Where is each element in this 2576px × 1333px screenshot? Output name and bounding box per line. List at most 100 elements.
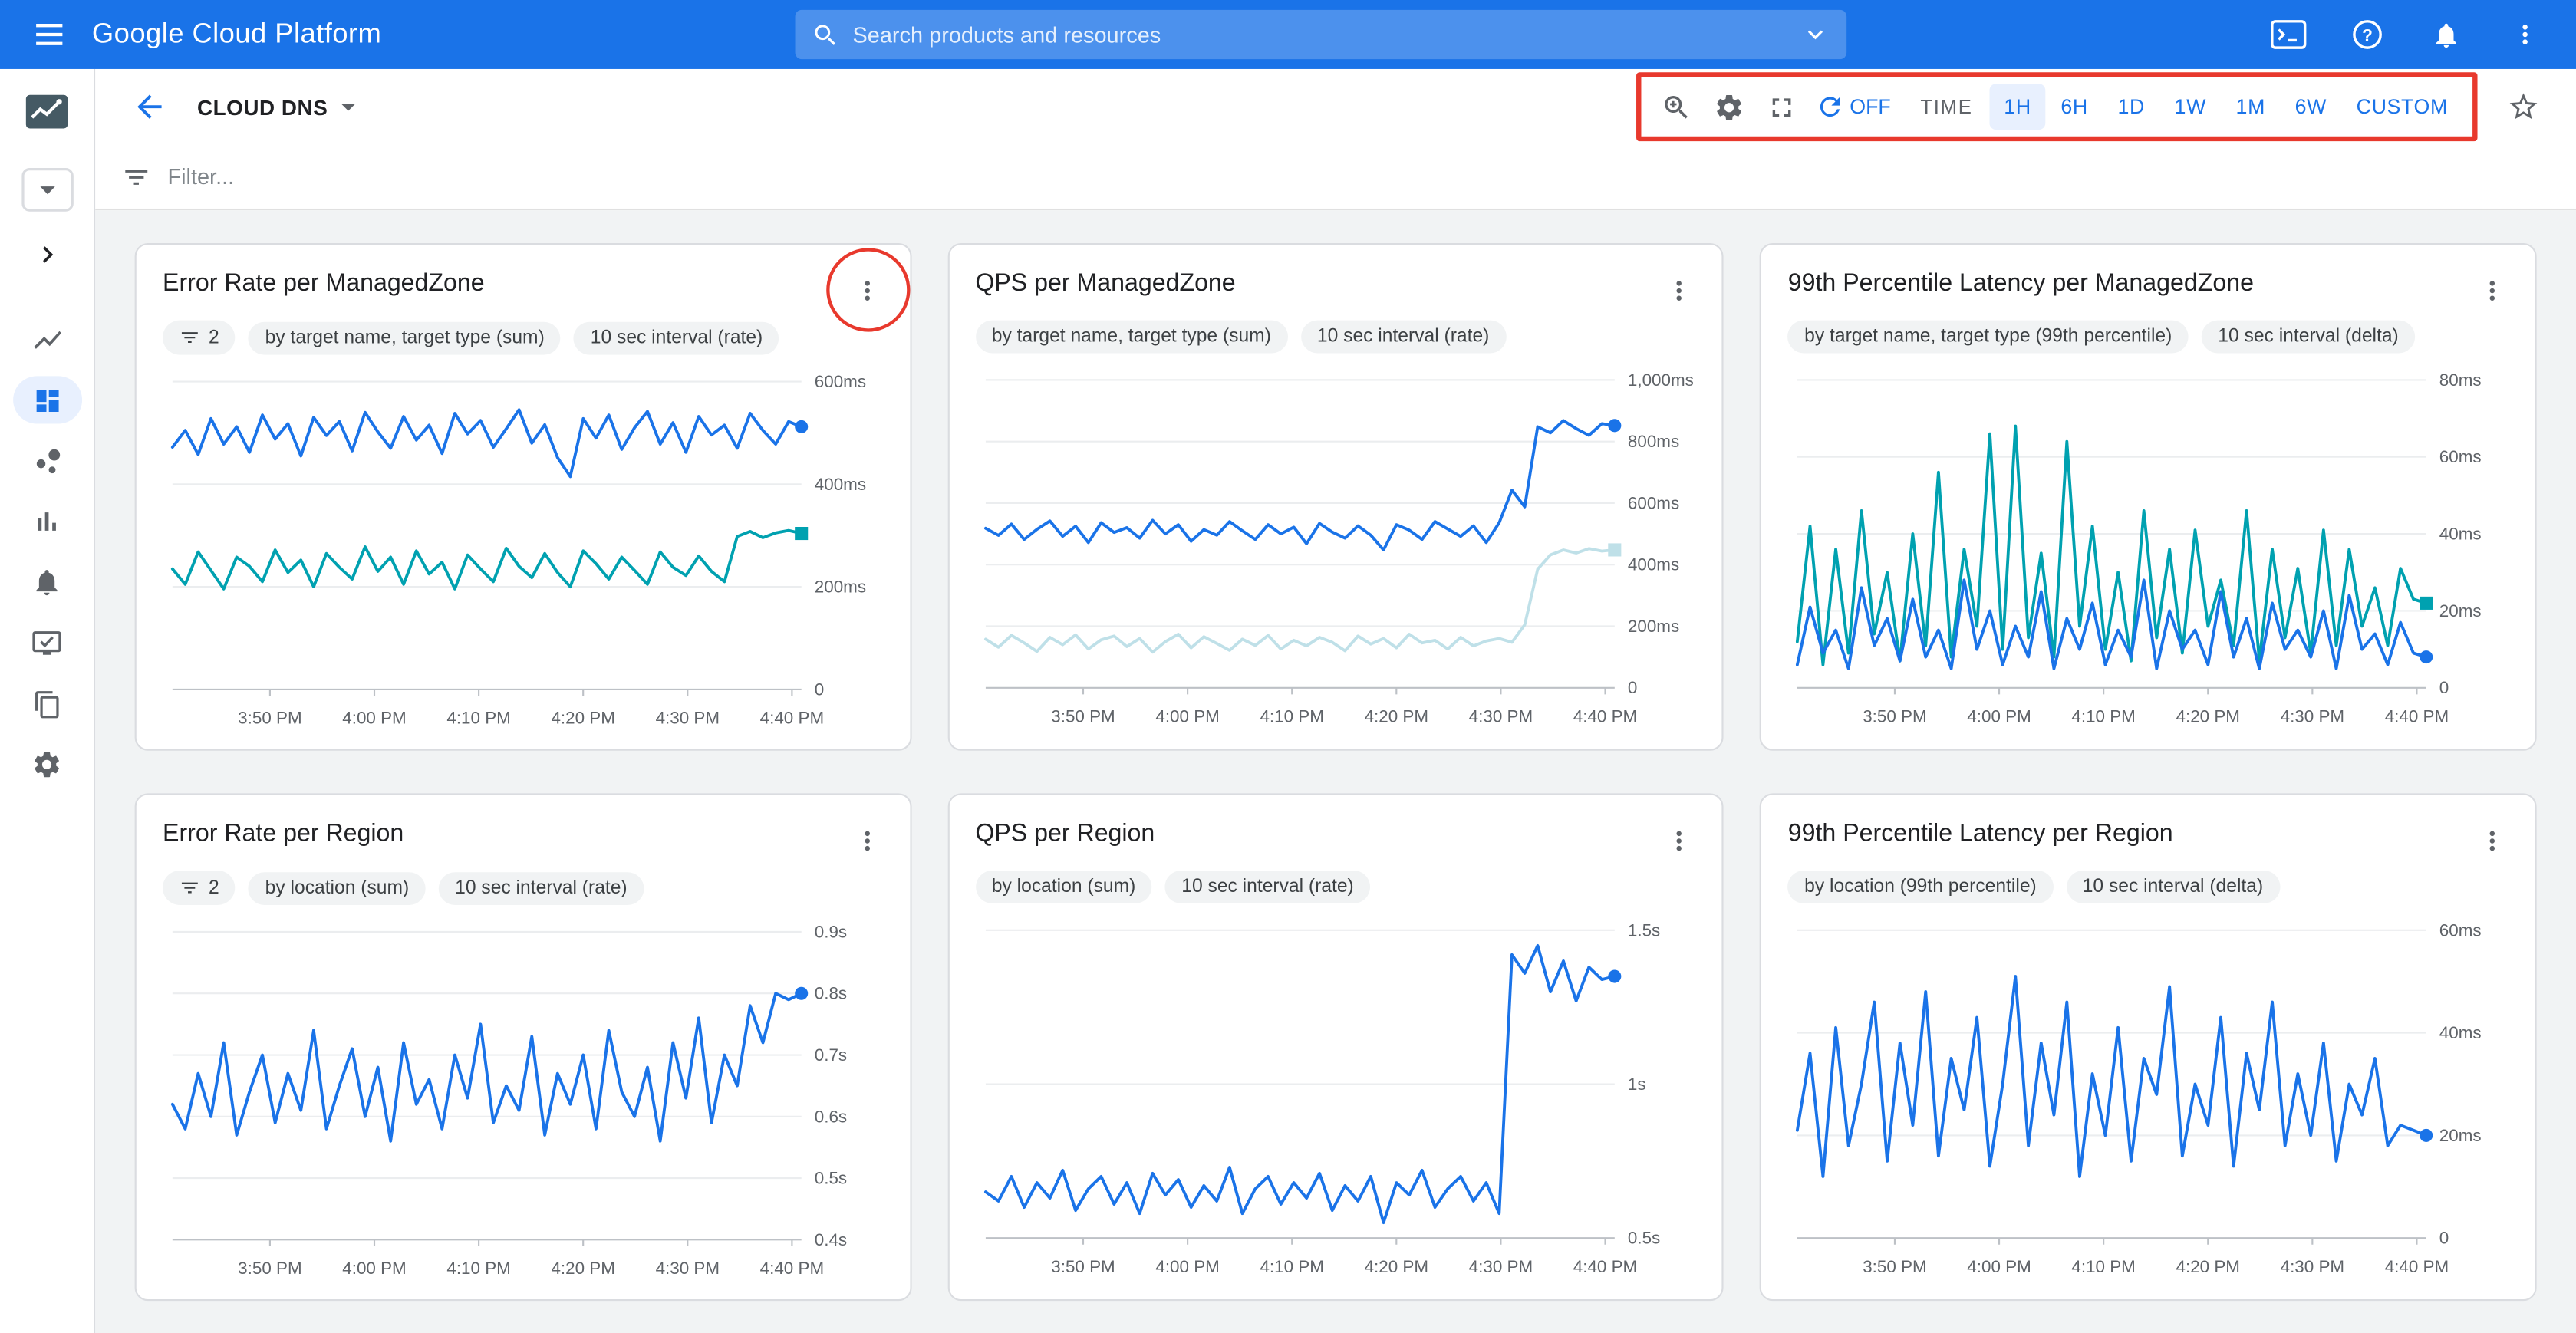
interval-chip[interactable]: 10 sec interval (delta) [2202,321,2415,354]
svg-text:4:00 PM: 4:00 PM [342,709,406,728]
sidebar-item-metrics[interactable] [0,309,94,370]
global-search-input[interactable] [852,22,1800,47]
time-range-1w[interactable]: 1W [2159,84,2221,130]
svg-text:4:30 PM: 4:30 PM [2281,1257,2344,1276]
expand-sidebar-chevron-icon[interactable] [0,230,94,279]
selected-pill [12,376,81,423]
groupby-chip[interactable]: by location (99th percentile) [1788,871,2053,903]
fullscreen-icon[interactable] [1756,81,1809,133]
svg-text:1,000ms: 1,000ms [1627,370,1693,390]
svg-text:40ms: 40ms [2440,525,2482,544]
chart-options-kebab-icon[interactable] [837,262,896,321]
auto-refresh-toggle[interactable]: OFF [1809,92,1898,122]
global-search-bar[interactable] [796,10,1847,59]
svg-text:0: 0 [815,680,824,699]
sidebar-item-services[interactable] [0,491,94,551]
scope-selector-dropdown[interactable] [0,164,94,213]
svg-text:4:30 PM: 4:30 PM [1468,1257,1532,1276]
chart-options-kebab-icon[interactable] [837,811,896,871]
chart-card-error-rate-managedzone: Error Rate per ManagedZone 2 by tar [135,243,911,751]
svg-text:4:30 PM: 4:30 PM [656,1259,720,1278]
svg-text:600ms: 600ms [815,372,866,391]
hamburger-menu-icon[interactable] [16,2,82,67]
svg-text:40ms: 40ms [2440,1023,2482,1042]
filter-chip[interactable]: 2 [163,871,236,905]
refresh-off-label: OFF [1850,95,1891,118]
chart-chips: by target name, target type (sum) 10 sec… [975,321,1695,354]
chart-title: QPS per ManagedZone [975,268,1235,301]
svg-text:4:40 PM: 4:40 PM [2385,707,2449,726]
toolbar-right: OFF TIME 1H 6H 1D 1W 1M 6W CUSTOM [1636,72,2553,141]
interval-chip[interactable]: 10 sec interval (rate) [574,321,779,354]
svg-text:0: 0 [2440,678,2449,697]
time-range-6h[interactable]: 6H [2046,84,2103,130]
groupby-chip[interactable]: by location (sum) [249,871,425,904]
time-range-custom[interactable]: CUSTOM [2341,84,2462,130]
svg-text:0: 0 [1627,678,1636,697]
annotation-highlight-box: OFF TIME 1H 6H 1D 1W 1M 6W CUSTOM [1636,72,2478,141]
interval-chip[interactable]: 10 sec interval (rate) [439,871,644,904]
svg-text:4:00 PM: 4:00 PM [1155,1257,1219,1276]
time-range-1h[interactable]: 1H [1989,84,2046,130]
monitoring-logo[interactable] [0,85,94,138]
groupby-chip[interactable]: by target name, target type (99th percen… [1788,321,2189,354]
svg-text:60ms: 60ms [2440,920,2482,940]
sidebar-item-settings-gear-icon[interactable] [0,734,94,795]
dashboard-name-dropdown[interactable]: CLOUD DNS [197,91,364,123]
svg-text:0.8s: 0.8s [815,984,847,1003]
chart-card-error-rate-region: Error Rate per Region 2 by location (sum… [135,793,911,1301]
dashboard-content: Error Rate per ManagedZone 2 by tar [95,210,2576,1333]
sidebar-item-uptime-checks[interactable] [0,613,94,673]
svg-text:4:20 PM: 4:20 PM [1364,1257,1428,1276]
chevron-down-icon[interactable] [1800,20,1830,50]
svg-text:4:10 PM: 4:10 PM [446,1259,510,1278]
sidebar-item-metrics-explorer[interactable] [0,430,94,491]
interval-chip[interactable]: 10 sec interval (delta) [2066,871,2279,903]
help-icon[interactable]: ? [2340,7,2396,63]
interval-chip[interactable]: 10 sec interval (rate) [1165,871,1370,903]
groupby-chip[interactable]: by location (sum) [975,871,1151,903]
sidebar-item-groups[interactable] [0,673,94,734]
chart-title: QPS per Region [975,818,1155,851]
dashboard-settings-gear-icon[interactable] [1704,81,1757,133]
svg-text:?: ? [2362,26,2373,45]
header-more-kebab-icon[interactable] [2497,7,2553,63]
chart-options-kebab-icon[interactable] [2462,262,2522,321]
sidebar-item-alerting-bell-icon[interactable] [0,552,94,613]
time-label: TIME [1920,95,1972,118]
chart-options-kebab-icon[interactable] [1650,262,1709,321]
svg-text:60ms: 60ms [2440,447,2482,466]
line-chart: 600ms400ms200ms03:50 PM4:00 PM4:10 PM4:2… [163,364,883,736]
refresh-icon [1815,92,1845,122]
favorite-star-icon[interactable] [2494,77,2553,137]
svg-text:0.7s: 0.7s [815,1045,847,1065]
line-chart: 0.9s0.8s0.7s0.6s0.5s0.4s3:50 PM4:00 PM4:… [163,915,883,1286]
filter-icon [121,162,151,192]
svg-text:0.5s: 0.5s [815,1169,847,1188]
filter-icon [179,327,200,348]
chart-options-kebab-icon[interactable] [1650,811,1709,871]
sidebar-item-dashboards[interactable] [0,370,94,430]
filter-chip[interactable]: 2 [163,321,236,355]
notifications-bell-icon[interactable] [2418,7,2474,63]
chart-card-latency-region: 99th Percentile Latency per Region by lo… [1760,793,2536,1301]
time-range-6w[interactable]: 6W [2280,84,2341,130]
chart-options-kebab-icon[interactable] [2462,811,2522,871]
filter-bar [95,144,2576,210]
cloud-shell-icon[interactable] [2261,7,2317,63]
caret-down-icon [331,91,364,123]
svg-text:400ms: 400ms [1627,555,1678,574]
svg-text:4:00 PM: 4:00 PM [1968,707,2031,726]
chart-chips: 2 by location (sum) 10 sec interval (rat… [163,871,883,905]
svg-text:0.5s: 0.5s [1627,1229,1659,1248]
interval-chip[interactable]: 10 sec interval (rate) [1300,321,1505,354]
header-actions: ? [2261,7,2560,63]
groupby-chip[interactable]: by target name, target type (sum) [249,321,561,354]
zoom-chart-icon[interactable] [1651,81,1704,133]
dashboard-toolbar: CLOUD DNS [95,69,2576,145]
groupby-chip[interactable]: by target name, target type (sum) [975,321,1287,354]
time-range-1m[interactable]: 1M [2221,84,2280,130]
back-arrow-icon[interactable] [118,76,180,138]
filter-input[interactable] [167,164,825,189]
time-range-1d[interactable]: 1D [2103,84,2159,130]
